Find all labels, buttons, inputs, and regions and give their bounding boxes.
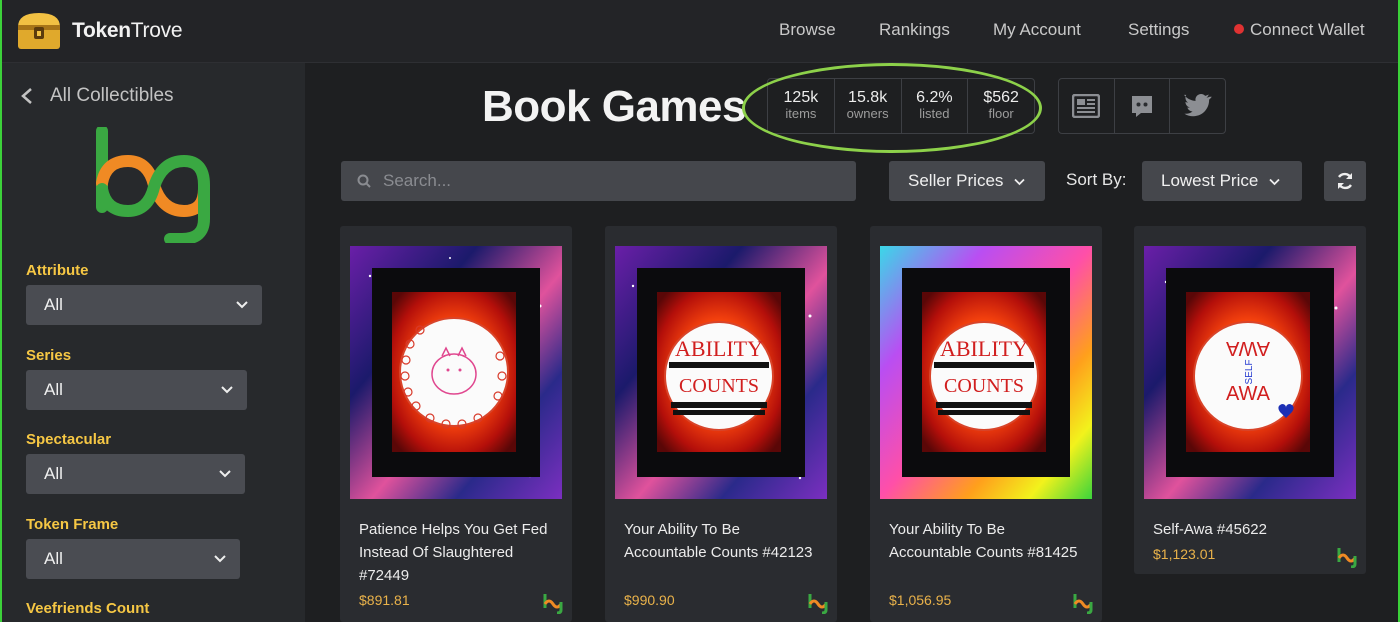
filter-label-token-frame: Token Frame [26, 516, 119, 533]
chevron-down-icon [219, 470, 231, 478]
nav-settings[interactable]: Settings [1128, 20, 1189, 40]
status-dot-icon [1234, 24, 1244, 34]
twitter-icon [1183, 94, 1212, 117]
chevron-down-icon [221, 386, 233, 394]
card-1-price: $891.81 [359, 592, 410, 608]
refresh-button[interactable] [1324, 161, 1366, 201]
stat-floor: $562 floor [983, 89, 1019, 121]
filter-select-series[interactable]: All [26, 370, 247, 410]
svg-text:COUNTS: COUNTS [944, 375, 1024, 397]
nav-rankings[interactable]: Rankings [879, 20, 950, 40]
book-games-small-icon [1337, 548, 1357, 568]
book-games-small-icon [1073, 594, 1093, 614]
collection-stats: 125k items 15.8k owners 6.2% listed $562 flo… [767, 78, 1035, 134]
svg-text:AWA: AWA [1226, 383, 1271, 405]
filter-label-spectacular: Spectacular [26, 431, 112, 448]
card-2-title: Your Ability To Be Accountable Counts #4… [624, 521, 813, 561]
card-2[interactable]: ABILITY COUNTS Your Ability To Be Accoun… [605, 226, 837, 622]
back-label: All Collectibles [50, 85, 174, 106]
book-games-small-icon [808, 594, 828, 614]
stat-items: 125k items [768, 79, 835, 133]
card-4-price: $1,123.01 [1153, 546, 1216, 562]
chevron-down-icon [236, 301, 248, 309]
card-2-price: $990.90 [624, 592, 675, 608]
svg-text:SELF: SELF [1244, 359, 1255, 384]
stat-listed: 6.2% listed [902, 79, 969, 133]
svg-text:ABILITY: ABILITY [675, 336, 763, 361]
website-link[interactable] [1059, 79, 1115, 133]
chevron-left-icon [21, 88, 32, 104]
card-4-title: Self-Awa #45622 [1153, 521, 1267, 538]
card-2-artwork: ABILITY COUNTS [615, 246, 827, 499]
page-title: Book Games [482, 82, 746, 131]
filter-label-veefriends-count: Veefriends Count [26, 600, 150, 617]
book-games-small-icon [543, 594, 563, 614]
filter-label-series: Series [26, 347, 72, 364]
social-links [1058, 78, 1226, 134]
sidebar: All Collectibles Attribute All Series Al… [0, 63, 305, 622]
nav-browse[interactable]: Browse [779, 20, 836, 40]
filter-select-token-frame[interactable]: All [26, 539, 240, 579]
connect-wallet-button[interactable]: Connect Wallet [1234, 20, 1365, 40]
top-nav: TokenTrove Browse Rankings My Account Se… [0, 0, 1400, 63]
treasure-chest-icon [18, 13, 60, 49]
card-3-title: Your Ability To Be Accountable Counts #8… [889, 521, 1078, 561]
nav-my-account[interactable]: My Account [993, 20, 1081, 40]
sort-by-label: Sort By: [1066, 170, 1127, 189]
refresh-icon [1337, 172, 1353, 190]
card-4-artwork: AWA SELF AWA [1144, 246, 1356, 499]
card-3-price: $1,056.95 [889, 592, 952, 608]
left-border [0, 0, 2, 622]
newspaper-icon [1072, 94, 1101, 118]
search-bar[interactable] [341, 161, 856, 201]
filter-select-spectacular[interactable]: All [26, 454, 245, 494]
filter-label-attribute: Attribute [26, 262, 89, 279]
card-1-title: Patience Helps You Get Fed Instead Of Sl… [359, 521, 548, 584]
card-3[interactable]: ABILITY COUNTS Your Ability To Be Accoun… [870, 226, 1102, 622]
stat-owners: 15.8k owners [835, 79, 902, 133]
chevron-down-icon [1269, 178, 1280, 186]
brand[interactable]: TokenTrove [16, 11, 183, 51]
twitter-link[interactable] [1170, 79, 1225, 133]
svg-text:ABILITY: ABILITY [940, 336, 1028, 361]
svg-text:COUNTS: COUNTS [679, 375, 759, 397]
card-4[interactable]: AWA SELF AWA Self-Awa #45622 $1,123.01 [1134, 226, 1366, 574]
brand-name: TokenTrove [72, 19, 183, 42]
search-input[interactable] [381, 170, 825, 192]
card-1-artwork [350, 246, 562, 499]
svg-text:AWA: AWA [1225, 337, 1270, 359]
back-to-all-collectibles[interactable]: All Collectibles [20, 85, 174, 107]
card-3-artwork: ABILITY COUNTS [880, 246, 1092, 499]
discord-icon [1132, 96, 1152, 117]
sort-dropdown[interactable]: Lowest Price [1142, 161, 1302, 201]
book-games-logo [96, 127, 210, 243]
chevron-down-icon [1014, 178, 1025, 186]
card-1[interactable]: Patience Helps You Get Fed Instead Of Sl… [340, 226, 572, 622]
discord-link[interactable] [1115, 79, 1171, 133]
seller-prices-dropdown[interactable]: Seller Prices [889, 161, 1045, 201]
search-icon [357, 174, 371, 188]
filter-select-attribute[interactable]: All [26, 285, 262, 325]
chevron-down-icon [214, 555, 226, 563]
